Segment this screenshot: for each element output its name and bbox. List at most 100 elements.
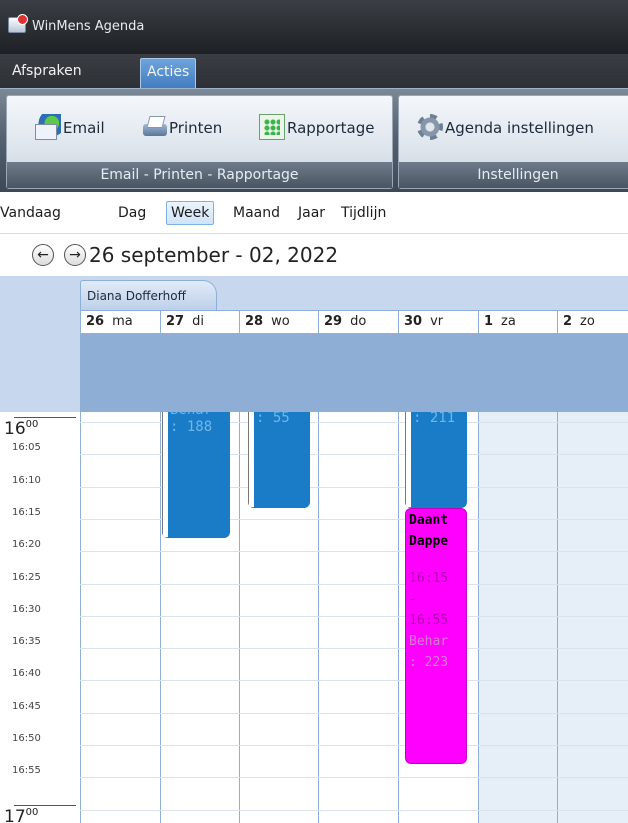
day-header-row: 26 ma 27 di 28 wo 29 do 30 vr 1 za 2 zo [80, 310, 628, 334]
appointment-text: : 211 [413, 412, 456, 426]
day-header[interactable]: 29 do [318, 311, 398, 333]
email-icon [35, 114, 61, 140]
ribbon: Email Printen Rapportage Email - Printen… [0, 88, 628, 192]
appointment-text: : 55 [256, 412, 290, 426]
appointment[interactable]: Daant Dappe 16:15 - 16:55 Behar: 223 [405, 508, 467, 764]
appointment-stripe [248, 412, 254, 508]
hour-label: 1700 [4, 807, 39, 823]
hour-suffix: 00 [25, 419, 39, 430]
time-slot-line [80, 584, 628, 585]
minute-label: 16:45 [12, 701, 41, 712]
day-number: 28 [245, 314, 264, 329]
appointment[interactable]: : 211 [405, 412, 467, 508]
day-number: 2 [563, 314, 573, 329]
view-timeline[interactable]: Tijdlijn [341, 202, 386, 226]
minute-label: 16:30 [12, 604, 41, 615]
appointment-stripe [405, 412, 411, 508]
day-column[interactable] [318, 412, 398, 823]
day-name: za [501, 314, 516, 329]
view-year[interactable]: Jaar [298, 202, 325, 226]
appointment-stripe [162, 412, 168, 538]
agenda-settings-label: Agenda instellingen [445, 119, 594, 137]
view-week[interactable]: Week [166, 201, 215, 225]
next-arrow-icon[interactable]: → [64, 244, 86, 266]
appointment-text: Daant [409, 513, 449, 528]
hour-suffix: 00 [25, 807, 39, 818]
view-bar: Vandaag Dag Week Maand Jaar Tijdlijn [0, 192, 628, 234]
tab-acties[interactable]: Acties [140, 58, 197, 91]
time-slot-line [80, 680, 628, 681]
day-name: vr [430, 314, 444, 329]
time-slot-line [80, 616, 628, 617]
day-number: 30 [404, 314, 423, 329]
appointment[interactable]: : 55 [248, 412, 310, 508]
day-header[interactable]: 30 vr [398, 311, 478, 333]
appointment-text: Behar [170, 412, 212, 418]
minute-label: 16:40 [12, 668, 41, 679]
calendar-grid[interactable]: Behar: 188: 55: 211DaantDappe16:15-16:55… [80, 412, 628, 823]
minute-label: 16:50 [12, 733, 41, 744]
view-month[interactable]: Maand [233, 202, 280, 226]
group-caption: Email - Printen - Rapportage [7, 162, 392, 188]
appointment-text: Dappe [409, 534, 449, 549]
day-number: 27 [166, 314, 185, 329]
minute-label: 16:55 [12, 765, 41, 776]
appointment-text: Behar [409, 634, 449, 649]
hour-line [14, 805, 76, 806]
hour-label: 1600 [4, 419, 39, 439]
view-day[interactable]: Dag [118, 202, 146, 226]
person-tab[interactable]: Diana Dofferhoff [80, 280, 217, 310]
date-navigation: ← → 26 september - 02, 2022 [0, 234, 628, 276]
time-slot-line [80, 648, 628, 649]
title-bar: WinMens Agenda [0, 0, 628, 54]
time-slot-line [80, 777, 628, 778]
minute-label: 16:35 [12, 636, 41, 647]
day-name: ma [112, 314, 133, 329]
time-slot-line [80, 745, 628, 746]
day-header[interactable]: 2 zo [557, 311, 628, 333]
day-name: do [350, 314, 367, 329]
appointment-text: - [409, 592, 417, 607]
day-number: 29 [324, 314, 343, 329]
minute-label: 16:05 [12, 442, 41, 453]
print-label: Printen [169, 119, 223, 137]
time-column: 1600 1700 16:05 16:10 16:15 16:20 16:25 16:30 16… [0, 412, 80, 823]
time-slot-line [80, 713, 628, 714]
view-today[interactable]: Vandaag [0, 202, 61, 226]
day-header[interactable]: 27 di [160, 311, 239, 333]
day-column[interactable] [478, 412, 557, 823]
report-label: Rapportage [287, 119, 375, 137]
day-name: wo [271, 314, 290, 329]
calendar: Diana Dofferhoff 26 ma 27 di 28 wo 29 do 30 vr 1 za… [0, 276, 628, 823]
window-title: WinMens Agenda [32, 19, 145, 34]
appointment-text: : 188 [170, 419, 213, 435]
time-slot-line [80, 810, 628, 811]
report-icon [259, 114, 285, 140]
day-header[interactable]: 1 za [478, 311, 557, 333]
group-caption: Instellingen [399, 162, 628, 188]
printer-icon [141, 114, 167, 140]
all-day-area[interactable] [80, 334, 628, 412]
day-header[interactable]: 26 ma [80, 311, 160, 333]
appointment-text: 16:55 [409, 613, 449, 628]
minute-label: 16:25 [12, 572, 41, 583]
ribbon-group-settings: Agenda instellingen Instellingen [398, 95, 628, 189]
previous-arrow-icon[interactable]: ← [32, 244, 54, 266]
tab-afspraken[interactable]: Afspraken [6, 58, 88, 86]
day-number: 1 [484, 314, 494, 329]
ribbon-group-email-print-report: Email Printen Rapportage Email - Printen… [6, 95, 393, 189]
ribbon-tabs: Afspraken Acties [0, 54, 628, 91]
appointment[interactable]: Behar: 188 [162, 412, 230, 538]
day-column[interactable] [557, 412, 628, 823]
hour-line [14, 417, 76, 418]
day-column[interactable] [80, 412, 160, 823]
minute-label: 16:15 [12, 507, 41, 518]
day-name: zo [580, 314, 595, 329]
gear-icon [417, 114, 443, 140]
day-number: 26 [86, 314, 105, 329]
app-icon [8, 14, 28, 33]
time-slot-line [80, 551, 628, 552]
day-header[interactable]: 28 wo [239, 311, 318, 333]
day-name: di [192, 314, 204, 329]
appointment-text: : 223 [409, 655, 449, 670]
